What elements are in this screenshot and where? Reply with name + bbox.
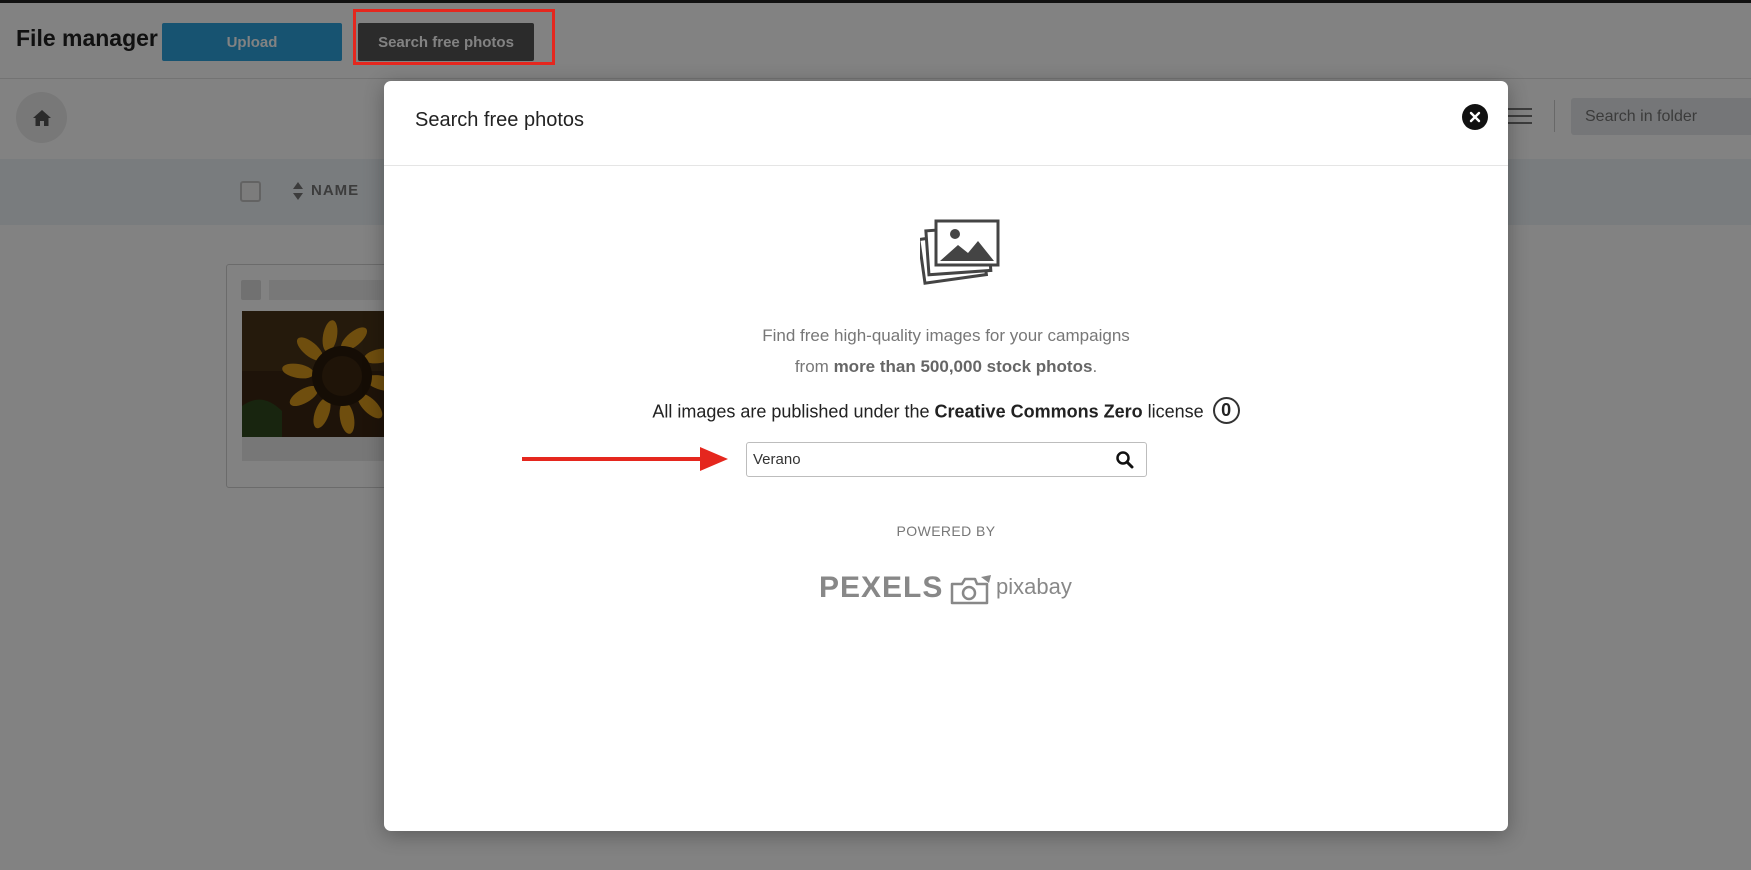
photo-search-field[interactable]: [746, 442, 1147, 477]
pixabay-logo: pixabay: [996, 574, 1072, 599]
modal-title: Search free photos: [415, 109, 584, 131]
pexels-logo: PEXELS: [819, 571, 944, 604]
powered-by-label: POWERED BY: [896, 523, 996, 539]
description-line-2: from more than 500,000 stock photos.: [794, 357, 1098, 376]
cc0-icon: 0: [1212, 397, 1240, 424]
license-text: All images are published under the Creat…: [384, 397, 1508, 426]
description-line-1: Find free high-quality images for your c…: [762, 326, 1130, 345]
close-button[interactable]: [1462, 104, 1488, 130]
annotation-arrow: [522, 447, 728, 471]
search-icon[interactable]: [1115, 450, 1134, 469]
modal-header: Search free photos: [384, 81, 1508, 166]
camera-icon: [950, 575, 991, 605]
annotation-highlight-box: [353, 9, 555, 65]
close-icon: [1469, 111, 1481, 123]
gallery-icon: [920, 219, 1000, 285]
photo-search-input[interactable]: [753, 447, 1103, 472]
